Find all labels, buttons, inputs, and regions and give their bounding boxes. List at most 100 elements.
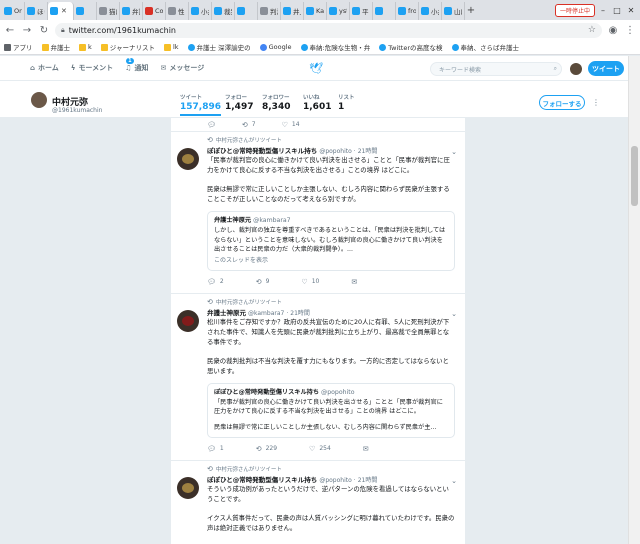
tweet[interactable]: ⟲ 中村元弥さんがリツイート ⌄ 弁護士神原元 @kambara7 · 21時間 松川事… [171,294,465,461]
reply-action[interactable]: 💬︎ 1 [207,445,224,453]
browser-tab[interactable]: yst [327,2,350,20]
bookmark-label: 奉納:危険な生物・弁 [309,44,371,52]
twitter-icon [237,7,245,15]
page-scrollbar[interactable] [628,56,640,544]
nav-messages[interactable]: ✉ メッセージ [160,63,204,73]
chevron-down-icon[interactable]: ⌄ [451,477,457,485]
bookmark-item[interactable]: lk [163,43,179,51]
lock-icon: 🔒︎ [61,25,65,34]
browser-tab[interactable]: 小井 [419,2,442,20]
browser-tab[interactable]: 性 [166,2,189,20]
stat-lists[interactable]: リスト 1 [338,93,355,112]
stat-tweets[interactable]: ツイート 157,896 [180,93,221,116]
tweet-time[interactable]: 21時間 [358,146,378,155]
user-avatar[interactable] [570,63,582,75]
browser-tab[interactable] [373,2,396,20]
reply-action[interactable]: 💬︎ 2 [207,278,224,286]
reply-action[interactable]: 💬︎ [207,121,216,129]
tweet-avatar[interactable] [177,309,199,332]
browser-tab[interactable]: fro [396,2,419,20]
bookmark-item[interactable]: Google [259,43,292,51]
bookmark-item[interactable]: 弁護士 [41,42,70,52]
stat-following[interactable]: フォロー 1,497 [225,93,253,112]
browser-tab[interactable]: 弁護 [120,2,143,20]
browser-tab[interactable]: 猫に [97,2,120,20]
more-options-icon[interactable]: ⋮ [592,98,600,107]
url-field[interactable]: 🔒︎ twitter.com/1961kumachin ☆ [55,22,602,38]
bookmark-item[interactable]: アプリ [4,42,33,52]
back-icon[interactable]: ← [4,25,16,36]
tweet-time[interactable]: 21時間 [358,475,378,484]
browser-tab[interactable] [235,2,258,20]
tab-title: Kaz [316,7,324,15]
like-action[interactable]: ♡ 254 [309,445,331,453]
retweeted-by-text[interactable]: 中村元弥さんがリツイート [216,136,282,144]
browser-tab[interactable]: Kaz [304,2,327,20]
tweet-avatar[interactable] [177,148,199,170]
browser-tab[interactable]: 山口 [442,2,465,20]
maximize-icon[interactable]: □ [611,6,623,15]
dm-action[interactable]: ✉ [351,278,357,286]
star-icon[interactable]: ☆ [588,25,596,35]
browser-tab[interactable]: ✕ [48,2,74,20]
extension-icon[interactable]: ◉ [607,25,619,36]
browser-tab[interactable]: On [2,2,25,20]
pause-sync-button[interactable]: 一時停止中 [554,3,595,17]
retweet-action[interactable]: ⟲ 229 [256,445,277,453]
scrollbar-thumb[interactable] [631,146,638,206]
chevron-down-icon[interactable]: ⌄ [451,148,457,156]
quoted-tweet[interactable]: ぽぽひと@常時発動型傷リスキル持ち @popohito 「民事が裁判官の良心に働き… [207,382,455,438]
bookmarks-bar: アプリ 弁護士 k ジャーナリスト lk 弁護士 深澤諭史の Google 奉納:危険な生物・… [0,40,640,55]
retweeted-by-text[interactable]: 中村元弥さんがリツイート [216,298,282,306]
close-window-icon[interactable]: ✕ [625,6,637,15]
twitter-icon [283,7,291,15]
bookmark-item[interactable]: Twitterの高度な検 [379,42,443,52]
browser-tab[interactable]: Co [143,2,166,20]
minimize-icon[interactable]: – [597,6,609,15]
forward-icon[interactable]: → [21,25,33,36]
tweet-time[interactable]: 21時間 [290,308,310,317]
browser-tab[interactable]: ほり [25,2,48,20]
bookmark-item[interactable]: 奉納、さらば弁護士 [451,42,519,52]
stat-followers[interactable]: フォロワー 8,340 [262,93,290,112]
tweet[interactable]: ⟲ 中村元弥さんがリツイート ⌄ ぽぽひと@常時発動型傷リスキル持ち @popohi… [171,132,465,294]
browser-tab[interactable]: 小井 [189,2,212,20]
close-tab-icon[interactable]: ✕ [61,7,67,15]
show-thread-link[interactable]: このスレッドを表示 [214,256,448,266]
reload-icon[interactable]: ↻ [38,25,50,36]
tweet-author-name[interactable]: ぽぽひと@常時発動型傷リスキル持ち [207,145,317,155]
tweet-author-name[interactable]: ぽぽひと@常時発動型傷リスキル持ち [207,474,317,484]
quoted-tweet[interactable]: 弁護士神原元 @kambara7 しかし、裁判官の独立を尊重すべきであるということ… [207,210,455,271]
like-action[interactable]: ♡ 10 [301,278,319,286]
browser-tab[interactable]: 判決 [258,2,281,20]
retweet-action[interactable]: ⟲ 7 [242,121,256,129]
menu-icon[interactable]: ⋮ [624,25,636,36]
bookmark-item[interactable]: ジャーナリスト [100,42,155,52]
tweet-author-name[interactable]: 弁護士神原元 [207,307,246,317]
retweet-action[interactable]: ⟲ 9 [256,278,270,286]
dm-action[interactable]: ✉ [363,445,369,453]
new-tab-icon[interactable]: + [465,5,477,16]
stat-likes[interactable]: いいね 1,601 [303,93,331,112]
bookmark-item[interactable]: k [79,43,92,51]
tweet[interactable]: ⟲ 中村元弥さんがリツイート ⌄ ぽぽひと@常時発動型傷リスキル持ち @popohi… [171,461,465,538]
browser-tab[interactable]: 裁判 [212,2,235,20]
retweeted-by-text[interactable]: 中村元弥さんがリツイート [216,465,282,473]
bookmark-item[interactable]: 奉納:危険な生物・弁 [300,42,371,52]
browser-tab[interactable]: 平 [350,2,373,20]
like-action[interactable]: ♡ 14 [282,121,300,129]
chevron-down-icon[interactable]: ⌄ [451,310,457,318]
search-input[interactable]: キーワード検索 ⌕ [430,62,562,76]
bookmark-item[interactable]: 弁護士 深澤諭史の [187,42,251,52]
tweet-button[interactable]: ツイート [588,61,624,76]
browser-tab[interactable]: 井上 [281,2,304,20]
nav-moments[interactable]: ϟ モーメント [71,63,113,73]
nav-home[interactable]: ⌂ ホーム [30,63,59,73]
nav-notifications[interactable]: ♫ 1 通知 [125,58,148,73]
profile-avatar[interactable] [30,91,48,109]
twitter-bird-icon[interactable]: 🕊︎ [309,62,323,75]
stat-label: フォロー [225,95,248,101]
follow-button[interactable]: フォローする [539,95,585,110]
browser-tab[interactable] [74,2,97,20]
tweet-avatar[interactable] [177,476,199,499]
